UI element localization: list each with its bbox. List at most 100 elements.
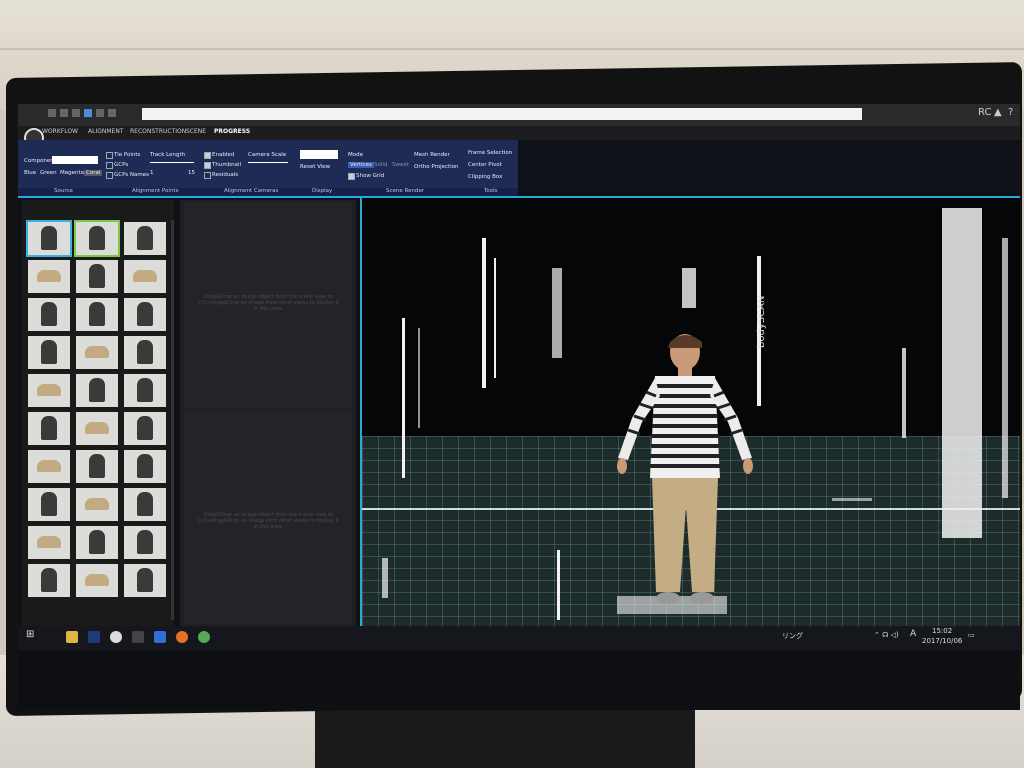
show-grid-checkbox[interactable]: [348, 173, 355, 180]
reset-view-button[interactable]: Reset View: [300, 164, 330, 170]
tie-points-checkbox[interactable]: [106, 152, 113, 159]
image-thumb[interactable]: [74, 220, 120, 257]
image-thumb[interactable]: [76, 374, 118, 407]
photoshop-icon[interactable]: [88, 631, 100, 643]
tab-workflow[interactable]: WORKFLOW: [42, 128, 78, 135]
image-thumb[interactable]: [124, 564, 166, 597]
notification-icon[interactable]: ▭: [968, 631, 975, 639]
center-pivot-button[interactable]: Center Pivot: [468, 162, 502, 168]
image-thumb[interactable]: [76, 488, 118, 521]
image-thumb[interactable]: [124, 526, 166, 559]
image-thumb[interactable]: [124, 374, 166, 407]
tab-scene[interactable]: SCENE: [186, 128, 206, 135]
image-thumb[interactable]: [124, 260, 166, 293]
frame-selection-button[interactable]: Frame Selection: [468, 150, 512, 156]
component-select[interactable]: [52, 156, 98, 164]
gcp-names-label: GCPs Names: [114, 172, 150, 178]
teamviewer-icon[interactable]: [154, 631, 166, 643]
image-thumb[interactable]: [76, 298, 118, 331]
image-thumb[interactable]: [76, 260, 118, 293]
clock-time[interactable]: 15:02: [932, 627, 952, 635]
image-thumb[interactable]: [28, 298, 70, 331]
layout-icon[interactable]: [72, 109, 80, 117]
clipping-box-button[interactable]: Clipping Box: [468, 174, 502, 180]
warning-icon[interactable]: ▲: [994, 107, 1002, 118]
image-thumb[interactable]: [26, 220, 72, 257]
help-icon[interactable]: ?: [1008, 107, 1013, 118]
image-thumb[interactable]: [76, 526, 118, 559]
chrome-icon[interactable]: [110, 631, 122, 643]
input-language[interactable]: A: [910, 629, 916, 639]
mesh-render-button[interactable]: Mesh Render: [414, 152, 450, 158]
image-thumb[interactable]: [28, 374, 70, 407]
image-thumb[interactable]: [76, 450, 118, 483]
image-thumb[interactable]: [124, 336, 166, 369]
image-list-scrollbar[interactable]: [171, 220, 174, 620]
clock-date[interactable]: 2017/10/06: [922, 637, 962, 645]
image-thumb[interactable]: [76, 412, 118, 445]
image-thumb[interactable]: [28, 488, 70, 521]
scanned-person-model[interactable]: [610, 330, 760, 626]
thumbnail-checkbox[interactable]: [204, 162, 211, 169]
network-icon[interactable]: ⌃ ☊ ◁): [874, 631, 899, 639]
point-cloud: [382, 558, 388, 598]
windows-start-icon[interactable]: ⊞: [26, 629, 34, 640]
mode-vertices[interactable]: Vertices: [348, 162, 374, 168]
ime-label[interactable]: リング: [782, 631, 803, 641]
display-field[interactable]: [300, 150, 338, 159]
gcps-label: GCPs: [114, 162, 129, 168]
residuals-checkbox[interactable]: [204, 172, 211, 179]
image-thumb[interactable]: [76, 564, 118, 597]
point-cloud: [482, 238, 486, 388]
point-cloud: [402, 318, 405, 478]
image-view-top[interactable]: Drag&Drop an image object from the scene…: [184, 202, 352, 408]
enabled-checkbox[interactable]: [204, 152, 211, 159]
point-cloud: [418, 328, 420, 428]
ortho-projection-button[interactable]: Ortho Projection: [414, 164, 459, 170]
layout-active-icon[interactable]: [84, 109, 92, 117]
image-thumb[interactable]: [124, 450, 166, 483]
image-thumb[interactable]: [28, 450, 70, 483]
image-thumb[interactable]: [124, 298, 166, 331]
monitor-bottom-bezel: [18, 650, 1020, 710]
image-thumb[interactable]: [124, 488, 166, 521]
color-magenta[interactable]: Magenta: [60, 170, 84, 176]
image-views-panel: Drag&Drop an image object from the scene…: [180, 200, 356, 626]
image-thumb[interactable]: [28, 260, 70, 293]
color-coral[interactable]: Coral: [84, 170, 103, 176]
file-explorer-icon[interactable]: [66, 631, 78, 643]
image-thumb[interactable]: [28, 526, 70, 559]
tab-alignment[interactable]: ALIGNMENT: [88, 128, 123, 135]
firefox-icon[interactable]: [176, 631, 188, 643]
3d-scene-view[interactable]: bodySCAN: [360, 198, 1020, 626]
color-green[interactable]: Green: [40, 170, 57, 176]
image-list-panel: [22, 200, 174, 626]
image-thumb[interactable]: [28, 412, 70, 445]
layout3-icon[interactable]: [108, 109, 116, 117]
user-label[interactable]: RC: [978, 107, 991, 118]
point-cloud: [1002, 238, 1008, 498]
image-thumb[interactable]: [28, 336, 70, 369]
undo-icon[interactable]: [48, 109, 56, 117]
point-cloud: [494, 258, 496, 378]
gcps-checkbox[interactable]: [106, 162, 113, 169]
image-thumb[interactable]: [124, 222, 166, 255]
mode-solid[interactable]: Solid: [374, 162, 387, 168]
realitycapture-icon[interactable]: [198, 631, 210, 643]
image-thumb[interactable]: [124, 412, 166, 445]
point-cloud: [557, 550, 560, 620]
image-view-bottom[interactable]: Drag&Drop an image object from the scene…: [184, 412, 352, 624]
mode-sweet[interactable]: Sweet: [392, 162, 409, 168]
app-icon[interactable]: [132, 631, 144, 643]
track-length-slider[interactable]: [150, 162, 194, 163]
tab-progress[interactable]: PROGRESS: [214, 128, 250, 135]
gcp-names-checkbox[interactable]: [106, 172, 113, 179]
camera-scale-slider[interactable]: [248, 162, 288, 163]
tab-reconstruction[interactable]: RECONSTRUCTION: [130, 128, 186, 135]
point-cloud: [832, 498, 872, 501]
image-thumb[interactable]: [76, 336, 118, 369]
color-blue[interactable]: Blue: [24, 170, 36, 176]
layout2-icon[interactable]: [96, 109, 104, 117]
image-thumb[interactable]: [28, 564, 70, 597]
redo-icon[interactable]: [60, 109, 68, 117]
